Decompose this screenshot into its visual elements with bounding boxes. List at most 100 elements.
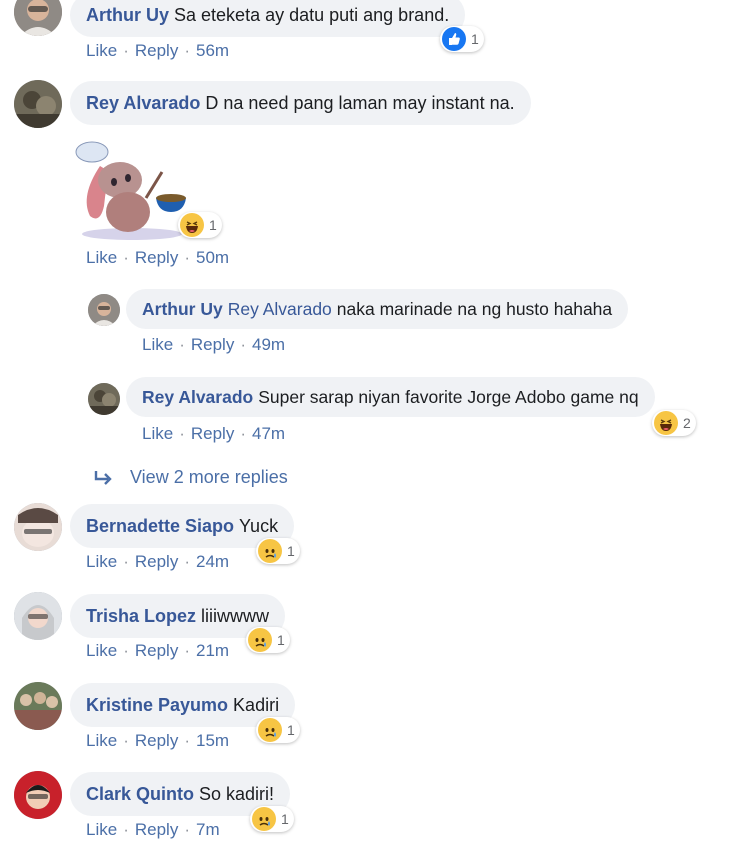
comment-author[interactable]: Bernadette Siapo [86, 516, 234, 537]
reply-button[interactable]: Reply [191, 335, 234, 355]
reply-button[interactable]: Reply [191, 424, 234, 444]
separator: · [123, 641, 129, 660]
separator: · [123, 820, 129, 839]
comment-actions: Like · Reply · 50m [86, 248, 229, 268]
comment-text: D na need pang laman may instant na. [205, 92, 515, 113]
avatar[interactable] [14, 771, 62, 819]
avatar[interactable] [88, 383, 120, 415]
comment-author[interactable]: Rey Alvarado [86, 93, 200, 114]
reaction-count: 1 [471, 31, 479, 47]
avatar[interactable] [88, 294, 120, 326]
like-button[interactable]: Like [86, 41, 117, 61]
comment-author[interactable]: Arthur Uy [142, 299, 223, 320]
reaction-count: 1 [277, 632, 285, 648]
reaction-summary[interactable]: 1 [440, 26, 484, 52]
like-button[interactable]: Like [142, 335, 173, 355]
reply-button[interactable]: Reply [135, 731, 178, 751]
avatar[interactable] [14, 0, 62, 36]
comment-text: naka marinade na ng husto hahaha [336, 298, 613, 319]
reaction-summary[interactable]: 1 [246, 627, 290, 653]
avatar[interactable] [14, 682, 62, 730]
comment-bubble: Arthur Uy Rey Alvarado naka marinade na … [126, 289, 629, 329]
timestamp[interactable]: 56m [196, 41, 229, 61]
comment-author[interactable]: Kristine Payumo [86, 695, 228, 716]
comment-text: So kadiri! [199, 783, 275, 804]
like-button[interactable]: Like [86, 552, 117, 572]
comment-author[interactable]: Trisha Lopez [86, 606, 196, 627]
comment-author[interactable]: Clark Quinto [86, 784, 194, 805]
reaction-summary[interactable]: 2 [652, 410, 696, 436]
comment-bubble: Rey Alvarado D na need pang laman may in… [70, 81, 531, 125]
separator: · [184, 552, 190, 571]
reply-button[interactable]: Reply [135, 248, 178, 268]
reaction-count: 2 [683, 415, 691, 431]
comment-actions: Like · Reply · 56m [86, 41, 229, 61]
view-more-replies-link[interactable]: View 2 more replies [92, 467, 288, 488]
comment-text: Super sarap niyan favorite Jorge Adobo g… [258, 386, 639, 407]
timestamp[interactable]: 49m [252, 335, 285, 355]
like-button[interactable]: Like [86, 248, 117, 268]
sad-icon [258, 718, 282, 742]
timestamp[interactable]: 47m [252, 424, 285, 444]
separator: · [184, 641, 190, 660]
separator: · [240, 335, 246, 354]
comment-author[interactable]: Arthur Uy [86, 5, 169, 26]
mention-link[interactable]: Rey Alvarado [228, 299, 332, 320]
haha-icon [654, 411, 678, 435]
reply-button[interactable]: Reply [135, 41, 178, 61]
comment-author[interactable]: Rey Alvarado [142, 387, 253, 408]
view-more-label: View 2 more replies [130, 467, 288, 487]
sad-icon [248, 628, 272, 652]
reaction-summary[interactable]: 1 [256, 717, 300, 743]
reply-button[interactable]: Reply [135, 820, 178, 840]
reaction-count: 1 [209, 217, 217, 233]
separator: · [184, 731, 190, 750]
comment-text: liiiwwww [201, 605, 270, 626]
like-button[interactable]: Like [142, 424, 173, 444]
comment-bubble: Arthur Uy Sa eteketa ay datu puti ang br… [70, 0, 466, 37]
timestamp[interactable]: 50m [196, 248, 229, 268]
haha-icon [180, 213, 204, 237]
sad-icon [258, 539, 282, 563]
reaction-count: 1 [287, 722, 295, 738]
avatar[interactable] [14, 503, 62, 551]
like-button[interactable]: Like [86, 731, 117, 751]
avatar[interactable] [14, 592, 62, 640]
reply-button[interactable]: Reply [135, 641, 178, 661]
avatar[interactable] [14, 80, 62, 128]
comment-text: Kadiri [233, 694, 280, 715]
timestamp[interactable]: 24m [196, 552, 229, 572]
separator: · [123, 41, 129, 60]
comment-actions: Like · Reply · 7m [86, 820, 220, 840]
comment-actions: Like · Reply · 47m [142, 424, 285, 444]
timestamp[interactable]: 21m [196, 641, 229, 661]
reaction-summary[interactable]: 1 [256, 538, 300, 564]
reaction-count: 1 [287, 543, 295, 559]
comment-bubble: Rey Alvarado Super sarap niyan favorite … [126, 377, 655, 417]
separator: · [184, 41, 190, 60]
separator: · [123, 552, 129, 571]
like-button[interactable]: Like [86, 641, 117, 661]
separator: · [123, 248, 129, 267]
reaction-summary[interactable]: 1 [178, 212, 222, 238]
timestamp[interactable]: 15m [196, 731, 229, 751]
comment-text: Yuck [239, 515, 279, 536]
reply-button[interactable]: Reply [135, 552, 178, 572]
comment-actions: Like · Reply · 21m [86, 641, 229, 661]
separator: · [179, 335, 185, 354]
like-icon [442, 27, 466, 51]
reaction-summary[interactable]: 1 [250, 806, 294, 832]
sad-icon [252, 807, 276, 831]
comment-actions: Like · Reply · 24m [86, 552, 229, 572]
separator: · [184, 248, 190, 267]
reply-arrow-icon [94, 470, 112, 485]
separator: · [240, 424, 246, 443]
reaction-count: 1 [281, 811, 289, 827]
separator: · [123, 731, 129, 750]
like-button[interactable]: Like [86, 820, 117, 840]
comment-text: Sa eteketa ay datu puti ang brand. [174, 4, 450, 25]
comment-actions: Like · Reply · 49m [142, 335, 285, 355]
comment-actions: Like · Reply · 15m [86, 731, 229, 751]
separator: · [179, 424, 185, 443]
timestamp[interactable]: 7m [196, 820, 220, 840]
